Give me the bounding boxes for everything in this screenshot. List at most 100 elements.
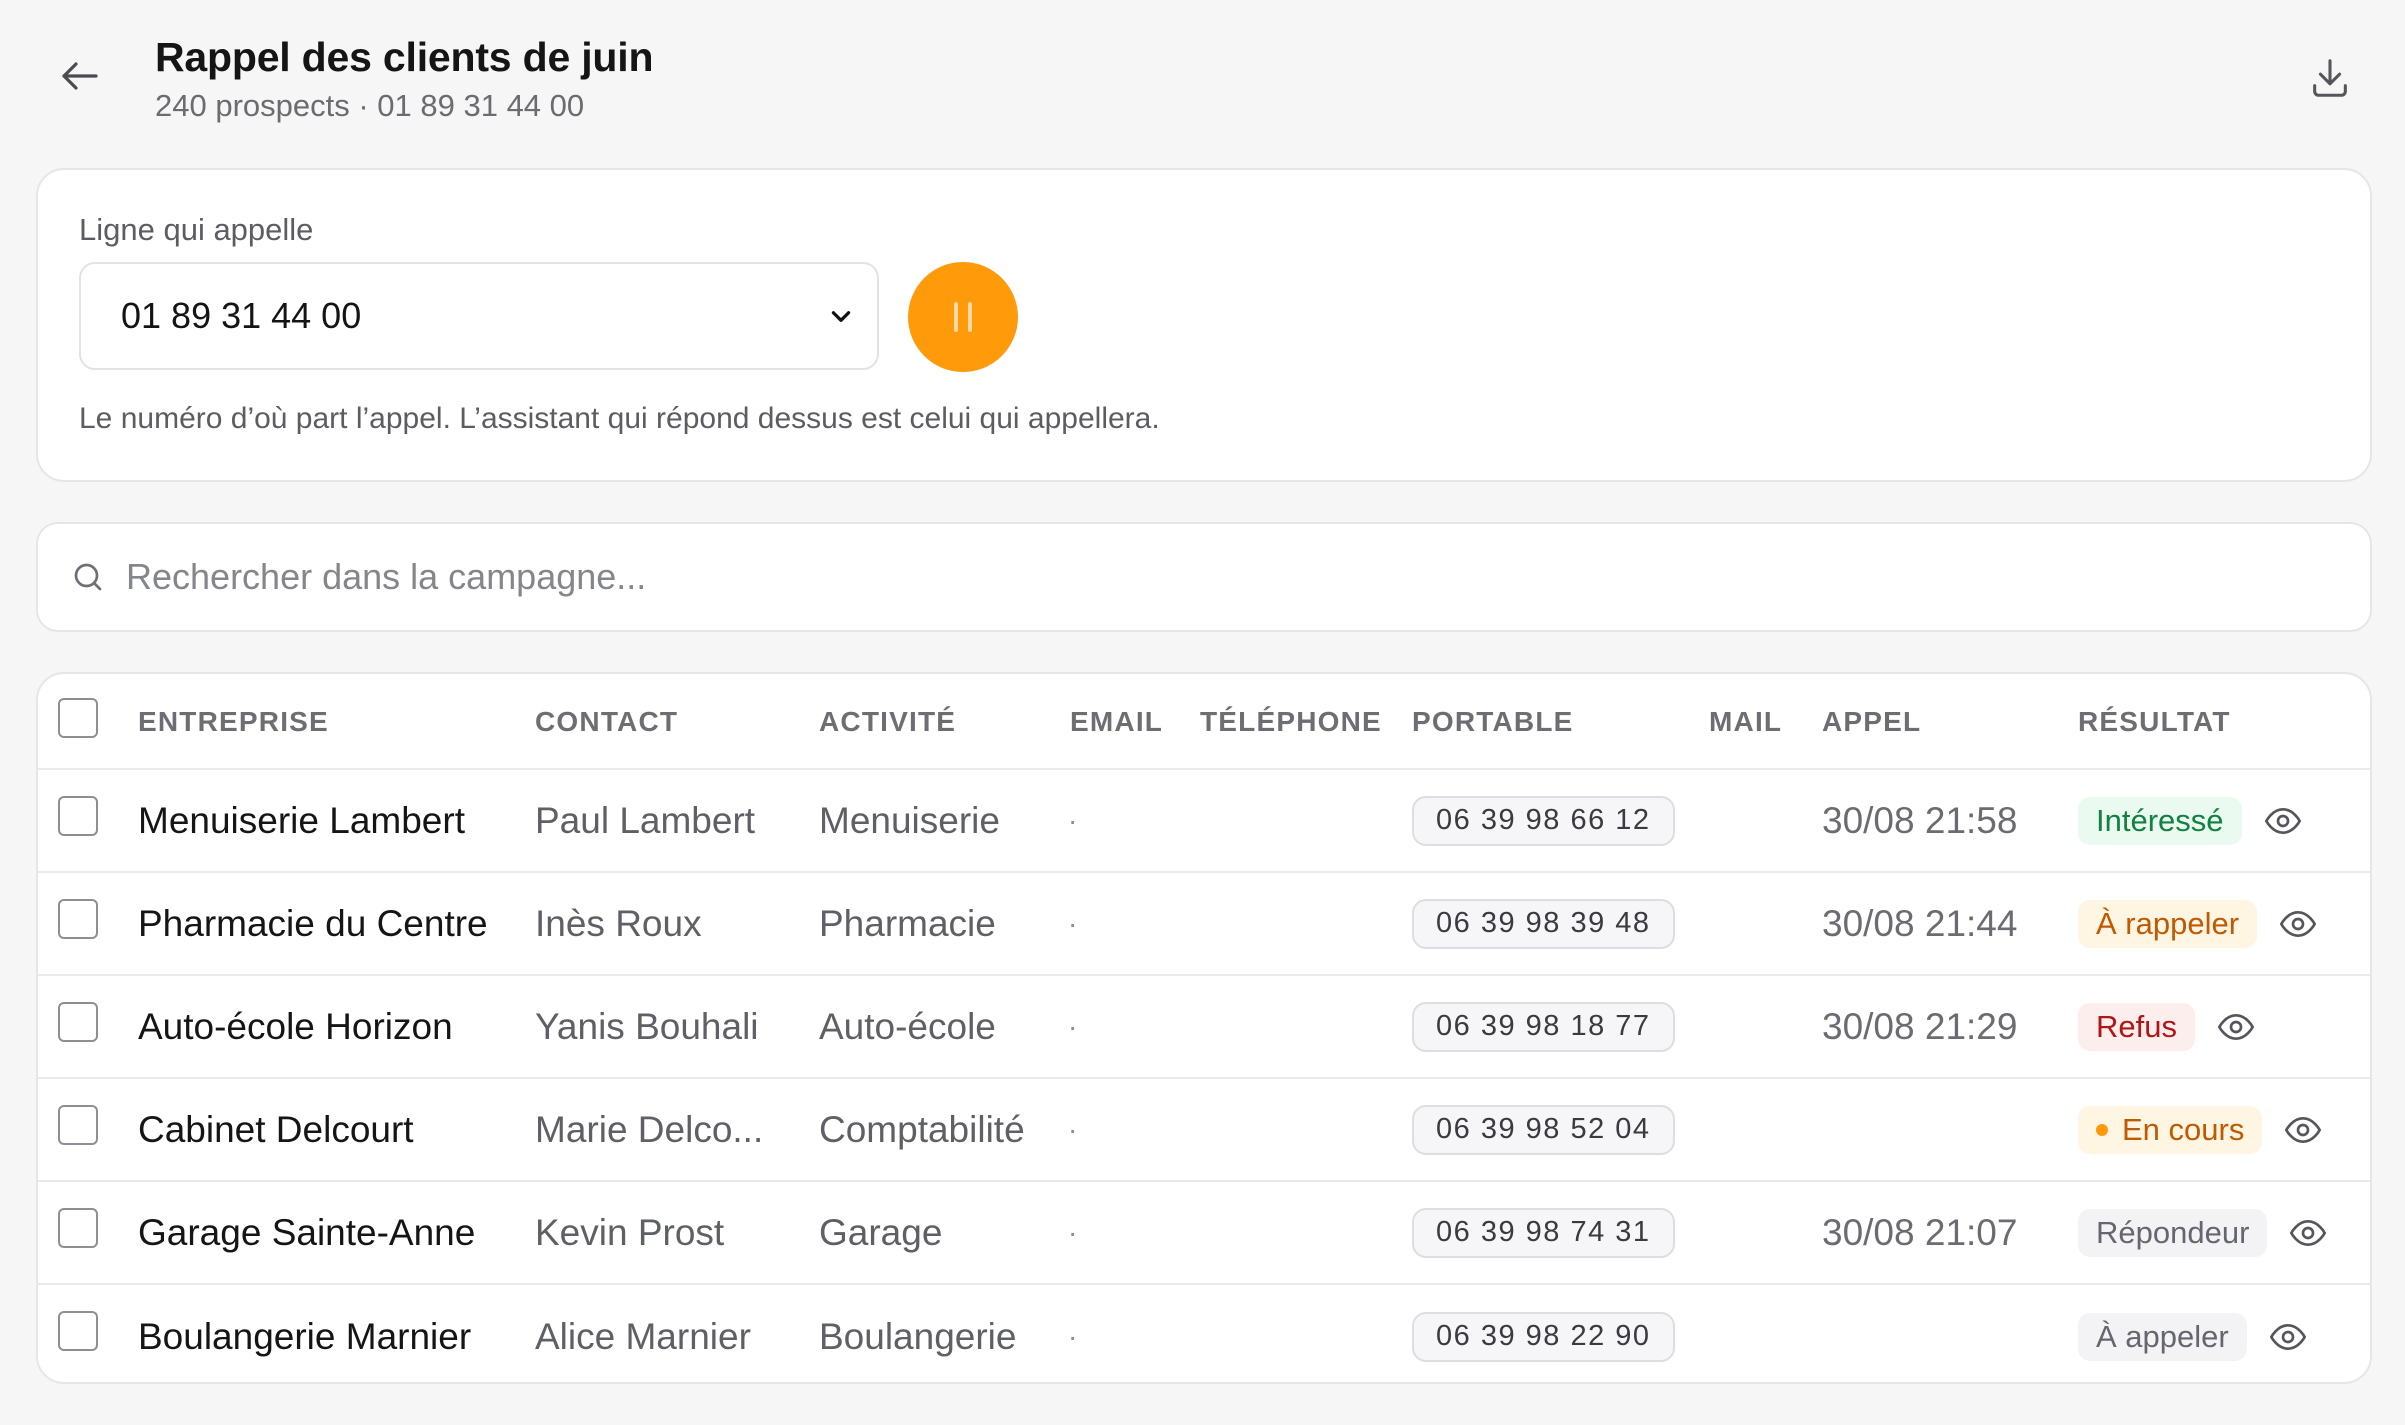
calling-line-select[interactable]: 01 89 31 44 00 — [79, 262, 879, 370]
table-header: ENTREPRISE CONTACT ACTIVITÉ EMAIL TÉLÉPH… — [38, 674, 2370, 770]
column-header-call[interactable]: APPEL — [1822, 674, 1921, 770]
activity: Boulangerie — [819, 1315, 1017, 1357]
calling-line-label: Ligne qui appelle — [79, 212, 314, 247]
mobile-number[interactable]: 06 39 98 18 77 — [1412, 1001, 1675, 1052]
search-input[interactable] — [126, 524, 2326, 630]
contact-name: Yanis Bouhali — [535, 1005, 759, 1047]
result-badge-label: En cours — [2122, 1111, 2245, 1147]
result-badge: En cours — [2078, 1105, 2263, 1154]
mobile-cell: 06 39 98 39 48 — [1412, 873, 1675, 974]
company-name[interactable]: Menuiserie Lambert — [138, 770, 465, 871]
call-time: 30/08 21:07 — [1822, 1211, 2018, 1253]
row-checkbox[interactable] — [58, 1105, 98, 1145]
column-header-activity[interactable]: ACTIVITÉ — [819, 674, 956, 770]
result-badge: À rappeler — [2078, 899, 2258, 948]
page-title: Rappel des clients de juin — [155, 34, 654, 80]
table-row[interactable]: Menuiserie Lambert Paul Lambert Menuiser… — [38, 770, 2370, 873]
column-header-result[interactable]: RÉSULTAT — [2078, 674, 2231, 770]
contact-name: Paul Lambert — [535, 799, 756, 841]
contact-name: Alice Marnier — [535, 1315, 751, 1357]
table-row[interactable]: Pharmacie du Centre Inès Roux Pharmacie … — [38, 873, 2370, 976]
mobile-number[interactable]: 06 39 98 52 04 — [1412, 1104, 1675, 1155]
call-time: 30/08 21:44 — [1822, 902, 2018, 944]
column-header-company[interactable]: ENTREPRISE — [138, 674, 329, 770]
page-subtitle: 240 prospects · 01 89 31 44 00 — [155, 88, 585, 123]
arrow-left-icon — [62, 62, 98, 90]
eye-icon[interactable] — [2285, 1210, 2331, 1256]
company-name[interactable]: Garage Sainte-Anne — [138, 1182, 475, 1283]
result-cell: Refus — [2078, 976, 2259, 1077]
eye-icon[interactable] — [2265, 1314, 2311, 1360]
mobile-number[interactable]: 06 39 98 22 90 — [1412, 1311, 1675, 1362]
eye-icon[interactable] — [2275, 901, 2321, 947]
result-cell: Répondeur — [2078, 1182, 2331, 1283]
eye-icon[interactable] — [2280, 1107, 2326, 1153]
table-row[interactable]: Garage Sainte-Anne Kevin Prost Garage · … — [38, 1182, 2370, 1285]
contact-name: Kevin Prost — [535, 1211, 725, 1253]
activity: Comptabilité — [819, 1108, 1025, 1150]
contact-name: Marie Delco... — [535, 1108, 764, 1150]
mobile-cell: 06 39 98 52 04 — [1412, 1079, 1675, 1180]
table-row[interactable]: Auto-école Horizon Yanis Bouhali Auto-éc… — [38, 976, 2370, 1079]
pause-icon — [954, 302, 972, 332]
calling-line-help: Le numéro d’où part l’appel. L’assistant… — [79, 402, 1160, 435]
in-progress-dot-icon — [2096, 1123, 2108, 1136]
mobile-number[interactable]: 06 39 98 74 31 — [1412, 1207, 1675, 1258]
activity: Garage — [819, 1211, 943, 1253]
company-name[interactable]: Pharmacie du Centre — [138, 873, 488, 974]
calling-line-card: Ligne qui appelle 01 89 31 44 00 Le numé… — [36, 168, 2372, 482]
campaign-search — [36, 522, 2372, 632]
column-header-contact[interactable]: CONTACT — [535, 674, 678, 770]
company-name[interactable]: Boulangerie Marnier — [138, 1285, 471, 1382]
mobile-number[interactable]: 06 39 98 66 12 — [1412, 795, 1675, 846]
contact-name: Inès Roux — [535, 902, 702, 944]
email-value: · — [1068, 1320, 1078, 1352]
download-button[interactable] — [2302, 50, 2358, 106]
table-row[interactable]: Cabinet Delcourt Marie Delco... Comptabi… — [38, 1079, 2370, 1182]
search-icon — [68, 557, 108, 597]
email-value: · — [1068, 907, 1078, 939]
call-time: 30/08 21:29 — [1822, 1005, 2018, 1047]
email-value: · — [1068, 1216, 1078, 1248]
activity: Menuiserie — [819, 799, 1000, 841]
column-header-email[interactable]: EMAIL — [1070, 674, 1163, 770]
row-checkbox[interactable] — [58, 899, 98, 939]
prospects-table: ENTREPRISE CONTACT ACTIVITÉ EMAIL TÉLÉPH… — [36, 672, 2372, 1384]
result-cell: À appeler — [2078, 1285, 2311, 1382]
row-checkbox[interactable] — [58, 1311, 98, 1351]
calling-line-value: 01 89 31 44 00 — [121, 295, 362, 336]
row-checkbox[interactable] — [58, 796, 98, 836]
column-header-mobile[interactable]: PORTABLE — [1412, 674, 1574, 770]
select-all-checkbox[interactable] — [58, 698, 98, 738]
mobile-cell: 06 39 98 22 90 — [1412, 1285, 1675, 1382]
result-badge: Refus — [2078, 1002, 2195, 1051]
result-cell: En cours — [2078, 1079, 2326, 1180]
result-cell: À rappeler — [2078, 873, 2321, 974]
company-name[interactable]: Auto-école Horizon — [138, 976, 453, 1077]
result-badge: À appeler — [2078, 1312, 2247, 1361]
back-button[interactable] — [52, 48, 108, 104]
row-checkbox[interactable] — [58, 1002, 98, 1042]
email-value: · — [1068, 1113, 1078, 1145]
mobile-cell: 06 39 98 66 12 — [1412, 770, 1675, 871]
download-icon — [2313, 59, 2347, 97]
result-badge: Intéressé — [2078, 796, 2242, 845]
pause-campaign-button[interactable] — [908, 262, 1018, 372]
activity: Pharmacie — [819, 902, 996, 944]
email-value: · — [1068, 804, 1078, 836]
activity: Auto-école — [819, 1005, 996, 1047]
eye-icon[interactable] — [2260, 798, 2306, 844]
result-badge: Répondeur — [2078, 1208, 2268, 1257]
table-row[interactable]: Boulangerie Marnier Alice Marnier Boulan… — [38, 1285, 2370, 1382]
chevron-down-icon — [827, 302, 855, 330]
column-header-phone[interactable]: TÉLÉPHONE — [1200, 674, 1382, 770]
email-value: · — [1068, 1010, 1078, 1042]
call-time: 30/08 21:58 — [1822, 799, 2018, 841]
mobile-cell: 06 39 98 18 77 — [1412, 976, 1675, 1077]
result-cell: Intéressé — [2078, 770, 2306, 871]
eye-icon[interactable] — [2213, 1004, 2259, 1050]
column-header-mail[interactable]: MAIL — [1709, 674, 1782, 770]
company-name[interactable]: Cabinet Delcourt — [138, 1079, 414, 1180]
row-checkbox[interactable] — [58, 1208, 98, 1248]
mobile-number[interactable]: 06 39 98 39 48 — [1412, 898, 1675, 949]
